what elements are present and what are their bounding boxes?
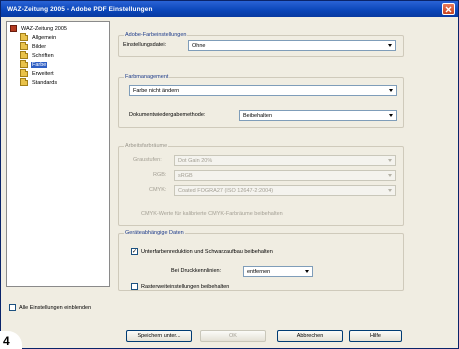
group-label: Adobe-Farbeinstellungen bbox=[124, 32, 188, 38]
tree-root[interactable]: WAZ-Zeitung 2005 bbox=[10, 24, 68, 33]
tree-item-label: Schriften bbox=[32, 52, 54, 59]
chevron-down-icon bbox=[386, 43, 393, 48]
color-policy-select[interactable]: Farbe nicht ändern bbox=[129, 85, 397, 96]
cmyk-preserve-label: CMYK-Werte für kalibrierte CMYK-Farbräum… bbox=[141, 211, 283, 217]
save-as-button[interactable]: Speichern unter... bbox=[126, 330, 192, 342]
overprint-label: Unterfarbenreduktion und Schwarzaufbau b… bbox=[141, 248, 273, 255]
rendering-intent-label: Dokumentwiedergabemethode: bbox=[129, 112, 206, 118]
checkbox-box bbox=[9, 304, 16, 311]
chevron-down-icon bbox=[303, 269, 310, 274]
group-label: Farbmanagement bbox=[124, 74, 170, 80]
checkbox-box bbox=[131, 283, 138, 290]
ok-button[interactable]: OK bbox=[200, 330, 266, 342]
chevron-down-icon bbox=[386, 158, 393, 163]
folder-icon bbox=[20, 41, 28, 50]
dialog-window: WAZ-Zeitung 2005 - Adobe PDF Einstellung… bbox=[0, 0, 459, 349]
folder-icon bbox=[20, 59, 28, 68]
chevron-down-icon bbox=[387, 88, 394, 93]
gray-label: Graustufen: bbox=[133, 157, 162, 163]
checkmark-icon: ✓ bbox=[131, 248, 138, 255]
gray-select[interactable]: Dot Gain 20% bbox=[174, 155, 396, 166]
transfer-select[interactable]: entfernen bbox=[243, 266, 313, 277]
rgb-label: RGB: bbox=[153, 172, 167, 178]
tree-item-label: Allgemein bbox=[32, 34, 57, 41]
cmyk-value: Coated FOGRA27 (ISO 12647-2:2004) bbox=[178, 187, 274, 194]
title-bar[interactable]: WAZ-Zeitung 2005 - Adobe PDF Einstellung… bbox=[1, 1, 458, 17]
rgb-value: sRGB bbox=[178, 172, 193, 179]
gray-value: Dot Gain 20% bbox=[178, 157, 213, 164]
show-all-label: Alle Einstellungen einblenden bbox=[19, 304, 92, 311]
tree-item-label: Farbe bbox=[31, 61, 48, 68]
window-title: WAZ-Zeitung 2005 - Adobe PDF Einstellung… bbox=[7, 5, 153, 13]
rgb-select[interactable]: sRGB bbox=[174, 170, 396, 181]
transfer-label: Bei Druckkennlinien: bbox=[171, 268, 222, 274]
rendering-intent-value: Beibehalten bbox=[243, 112, 273, 119]
tree-root-label: WAZ-Zeitung 2005 bbox=[21, 25, 67, 32]
cmyk-select[interactable]: Coated FOGRA27 (ISO 12647-2:2004) bbox=[174, 185, 396, 196]
color-management-group: Farbmanagement Farbe nicht ändern Dokume… bbox=[118, 74, 404, 128]
close-button[interactable] bbox=[442, 3, 455, 15]
rendering-intent-select[interactable]: Beibehalten bbox=[239, 110, 397, 121]
settings-file-value: Ohne bbox=[192, 42, 206, 49]
group-label: Arbeitsfarbräume bbox=[124, 143, 169, 149]
halftone-checkbox[interactable]: Rasterweiteinstellungen beibehalten bbox=[131, 283, 229, 290]
overprint-checkbox[interactable]: ✓ Unterfarbenreduktion und Schwarzaufbau… bbox=[131, 248, 273, 255]
folder-icon bbox=[20, 32, 28, 41]
settings-file-label: Einstellungsdatei: bbox=[123, 42, 167, 48]
adobe-color-group: Adobe-Farbeinstellungen Einstellungsdate… bbox=[118, 32, 404, 57]
book-icon bbox=[10, 25, 17, 32]
folder-icon bbox=[20, 50, 28, 59]
cmyk-label: CMYK: bbox=[149, 187, 167, 193]
group-label: Geräteabhängige Daten bbox=[124, 230, 185, 236]
tree-item-label: Erweitert bbox=[32, 70, 54, 77]
chevron-down-icon bbox=[387, 113, 394, 118]
chevron-down-icon bbox=[386, 188, 393, 193]
close-icon bbox=[445, 6, 452, 12]
tree-item-standards[interactable]: Standards bbox=[20, 77, 58, 87]
cancel-button[interactable]: Abbrechen bbox=[277, 330, 343, 342]
tree-item-label: Standards bbox=[32, 79, 58, 86]
tree-item-label: Bilder bbox=[32, 43, 47, 50]
show-all-checkbox[interactable]: Alle Einstellungen einblenden bbox=[9, 304, 91, 311]
settings-file-select[interactable]: Ohne bbox=[188, 40, 396, 51]
device-dependent-group: Geräteabhängige Daten ✓ Unterfarbenreduk… bbox=[118, 230, 404, 291]
working-spaces-group: Arbeitsfarbräume Graustufen: Dot Gain 20… bbox=[118, 143, 404, 226]
folder-icon bbox=[20, 77, 28, 86]
chevron-down-icon bbox=[386, 173, 393, 178]
settings-tree[interactable]: WAZ-Zeitung 2005 Allgemein Bilder Schrif… bbox=[6, 21, 110, 287]
help-button[interactable]: Hilfe bbox=[349, 330, 402, 342]
transfer-value: entfernen bbox=[247, 268, 271, 275]
figure-number: 4 bbox=[3, 334, 10, 348]
halftone-label: Rasterweiteinstellungen beibehalten bbox=[141, 283, 230, 290]
color-policy-value: Farbe nicht ändern bbox=[133, 87, 180, 94]
folder-icon bbox=[20, 68, 28, 77]
